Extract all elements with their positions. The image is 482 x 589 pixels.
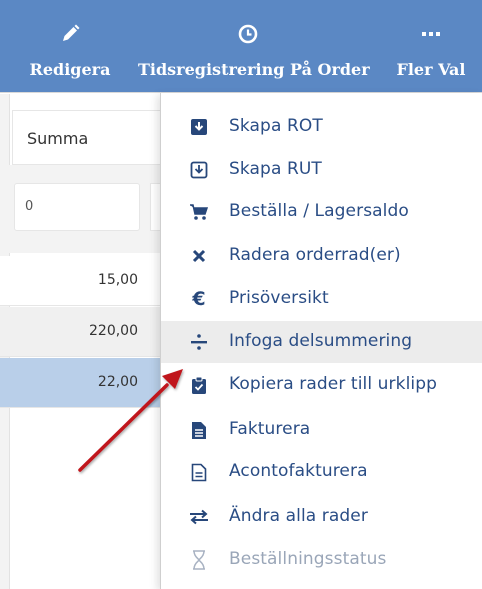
- menu-item-infoga-delsummering[interactable]: Infoga delsummering: [161, 321, 482, 363]
- menu-item-label: Infoga delsummering: [229, 331, 413, 351]
- menu-item-skapa-rut[interactable]: Skapa RUT: [161, 149, 482, 191]
- time-registration-label: Tidsregistrering På Order: [138, 60, 370, 79]
- menu-item-label: Acontofakturera: [229, 461, 368, 481]
- column-header-summa[interactable]: Summa: [12, 110, 162, 165]
- menu-item-label: Ändra alla rader: [229, 506, 368, 526]
- menu-item-label: Beställa / Lagersaldo: [229, 201, 409, 221]
- hourglass-icon: [189, 550, 209, 570]
- menu-item-label: Skapa ROT: [229, 116, 323, 136]
- clock-icon: [236, 22, 260, 46]
- toolbar: Redigera Tidsregistrering På Order Fler …: [0, 0, 482, 93]
- menu-item-bestallningsstatus: Beställningsstatus: [161, 539, 482, 581]
- pencil-icon: [58, 22, 82, 46]
- menu-item-label: Beställningsstatus: [229, 549, 387, 569]
- menu-item-radera[interactable]: Radera orderrad(er): [161, 235, 482, 277]
- document-outline-icon: [189, 462, 209, 482]
- more-options-label: Fler Val: [396, 60, 466, 79]
- menu-item-label: Fakturera: [229, 419, 311, 439]
- menu-item-prisoversikt[interactable]: € Prisöversikt: [161, 278, 482, 320]
- edit-button[interactable]: Redigera: [20, 0, 120, 93]
- menu-item-label: Radera orderrad(er): [229, 245, 401, 265]
- menu-item-acontofakturera[interactable]: Acontofakturera: [161, 451, 482, 493]
- more-options-button[interactable]: Fler Val: [388, 0, 474, 93]
- time-registration-button[interactable]: Tidsregistrering På Order: [138, 0, 370, 93]
- edit-label: Redigera: [29, 60, 111, 79]
- divide-icon: [189, 332, 209, 352]
- menu-item-fakturera[interactable]: Fakturera: [161, 409, 482, 451]
- menu-item-label: Prisöversikt: [229, 288, 329, 308]
- euro-icon: €: [192, 288, 206, 310]
- summa-cell: 220,00: [89, 323, 138, 339]
- menu-item-bestalla[interactable]: Beställa / Lagersaldo: [161, 191, 482, 233]
- menu-item-label: Kopiera rader till urklipp: [229, 374, 438, 394]
- document-icon: [189, 420, 209, 440]
- menu-item-andra-alla-rader[interactable]: Ändra alla rader: [161, 496, 482, 538]
- swap-arrows-icon: [189, 507, 209, 527]
- cart-icon: [189, 202, 209, 222]
- summa-filter-input[interactable]: 0: [14, 183, 140, 231]
- download-box-icon: [189, 117, 209, 137]
- summa-cell: 22,00: [97, 374, 138, 390]
- ellipsis-icon: [419, 22, 443, 46]
- menu-item-label: Skapa RUT: [229, 159, 322, 179]
- download-box-outline-icon: [189, 160, 209, 180]
- more-options-menu: Skapa ROT Skapa RUT Beställa / Lagersald…: [160, 93, 482, 589]
- clipboard-check-icon: [189, 375, 209, 395]
- menu-item-skapa-rot[interactable]: Skapa ROT: [161, 106, 482, 148]
- menu-item-kopiera-rader[interactable]: Kopiera rader till urklipp: [161, 364, 482, 406]
- summa-cell: 15,00: [97, 272, 138, 288]
- x-icon: [189, 246, 209, 266]
